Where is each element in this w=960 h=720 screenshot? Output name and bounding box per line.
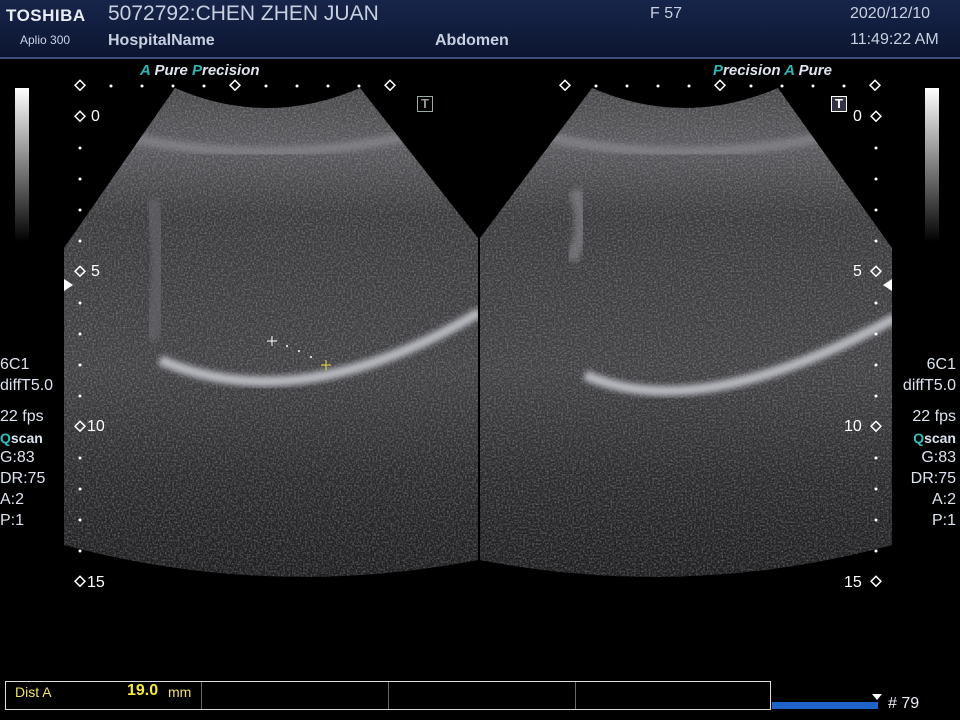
probe-name: 6C1 — [0, 356, 30, 373]
depth-label-0-left: 0 — [91, 108, 100, 125]
depth-label-15-right: 15 — [844, 574, 862, 591]
probe-name: 6C1 — [926, 356, 956, 373]
measurement-label: Dist A — [15, 684, 52, 700]
measurement-cell-empty — [202, 682, 389, 709]
depth-label-0-right: 0 — [853, 108, 862, 125]
params-left: 6C1 diffT5.0 22 fps Qscan G:83 DR:75 A:2… — [0, 354, 53, 531]
gain-value: G:83 — [921, 449, 956, 466]
a-value: A:2 — [931, 491, 956, 508]
dynamic-range-value: DR:75 — [0, 470, 46, 487]
measurement-cell-empty — [389, 682, 576, 709]
focus-marker-left-icon[interactable] — [64, 279, 73, 291]
depth-label-5-right: 5 — [853, 263, 862, 280]
depth-label-10-right: 10 — [844, 418, 862, 435]
p-value: P:1 — [0, 512, 25, 529]
gain-value: G:83 — [0, 449, 35, 466]
dynamic-range-value: DR:75 — [910, 470, 956, 487]
t-marker-left-icon[interactable]: T — [417, 96, 433, 112]
focus-marker-right-icon[interactable] — [883, 279, 892, 291]
frame-rate: 22 fps — [0, 408, 44, 425]
p-value: P:1 — [931, 512, 956, 529]
measurement-cell-dist-a[interactable]: Dist A 19.0 mm — [6, 682, 202, 709]
a-value: A:2 — [0, 491, 25, 508]
measurement-unit: mm — [168, 684, 192, 700]
measurement-table: Dist A 19.0 mm — [5, 681, 771, 710]
lateral-scale — [73, 79, 882, 92]
precision-tag-right: Precision A Pure — [713, 62, 832, 79]
grayscale-bar-right — [925, 88, 939, 242]
filter-setting: diffT5.0 — [902, 377, 956, 394]
measurement-cell-empty — [576, 682, 770, 709]
depth-label-5-left: 5 — [91, 263, 100, 280]
apure-tag-left: A Pure Precision — [140, 62, 260, 79]
depth-label-10-left: 10 — [87, 418, 105, 435]
frame-number: # 79 — [888, 695, 920, 712]
cine-position-marker-icon[interactable] — [872, 694, 882, 700]
measurement-value: 19.0 — [127, 682, 159, 699]
params-right: 6C1 diffT5.0 22 fps Qscan G:83 DR:75 A:2… — [903, 354, 956, 531]
cine-progress-bar[interactable] — [772, 702, 878, 709]
frame-rate: 22 fps — [912, 408, 956, 425]
qscan-label: Qscan — [0, 430, 43, 446]
grayscale-bar-left — [15, 88, 29, 242]
depth-label-15-left: 15 — [87, 574, 105, 591]
qscan-label: Qscan — [913, 430, 956, 446]
filter-setting: diffT5.0 — [0, 377, 54, 394]
ultrasound-image[interactable] — [0, 0, 960, 720]
t-marker-right-icon[interactable]: T — [831, 96, 847, 112]
